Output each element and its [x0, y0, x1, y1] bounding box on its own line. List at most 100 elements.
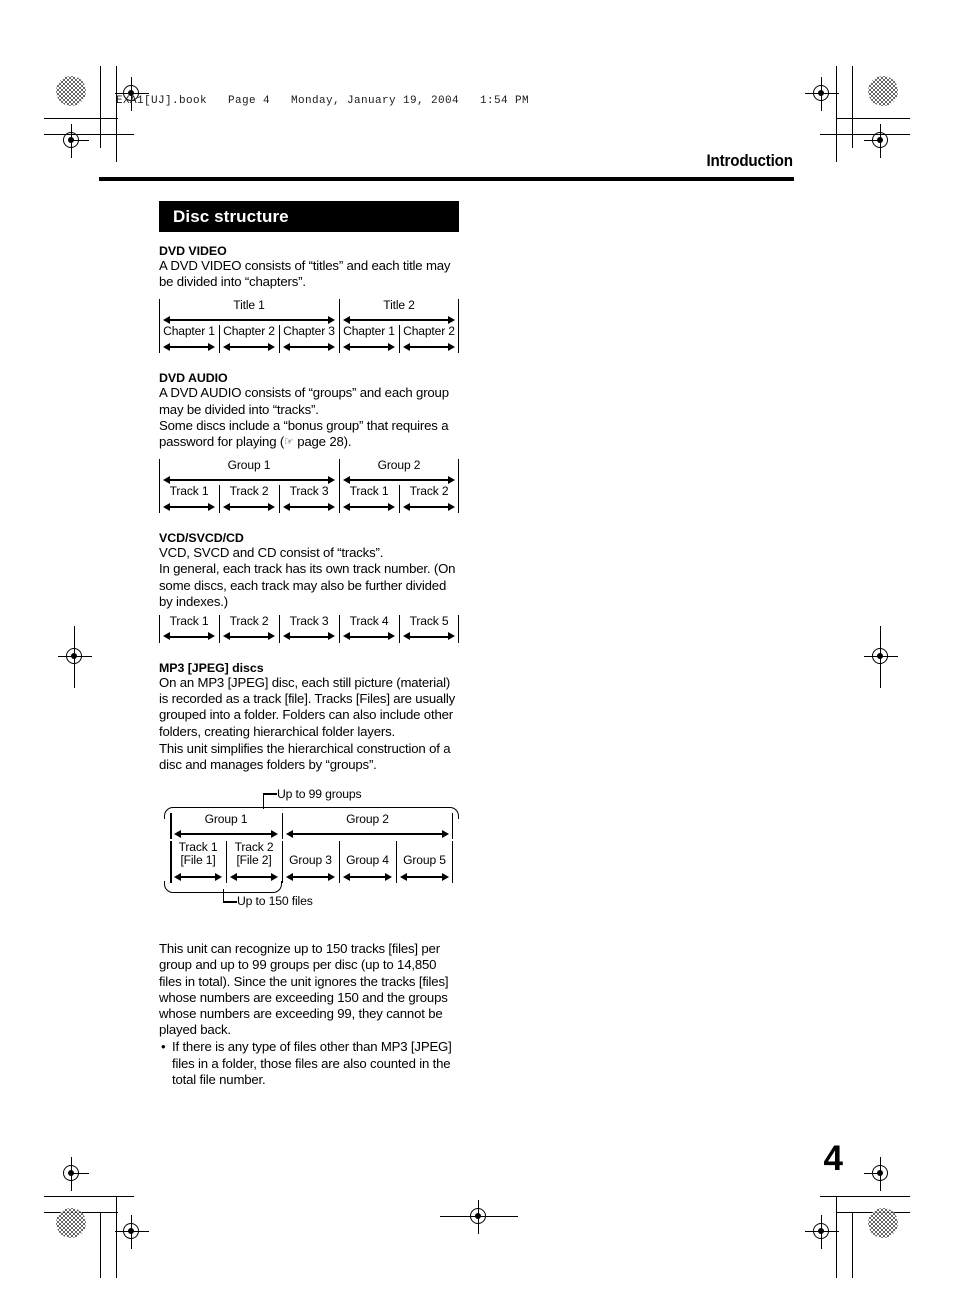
- diagram-cell-label: Group 2: [346, 812, 389, 827]
- heading-vcd-svcd-cd: VCD/SVCD/CD: [159, 531, 244, 546]
- diagram-cell: Group 1: [159, 458, 339, 486]
- registration-mark-right-upper: [864, 124, 898, 158]
- diagram-row-tracks: Track 1 Track 2 Track 3 Track 4 Track 5: [159, 614, 459, 644]
- header-rule: [99, 177, 794, 181]
- diagram-cell-label: Track 2 [File 2]: [234, 840, 274, 867]
- diagram-cell: Group 3: [282, 841, 339, 884]
- diagram-cell-label: Chapter 2: [223, 324, 275, 339]
- diagram-cell-label: Group 1: [227, 458, 271, 473]
- registration-mark-bottom-center: [440, 1200, 518, 1234]
- diagram-cell: Group 4: [339, 841, 396, 884]
- closing-bullet-list: • If there is any type of files other th…: [159, 1039, 459, 1088]
- diagram-vcd: Track 1 Track 2 Track 3 Track 4 Track 5: [159, 614, 459, 644]
- diagram-cell-label: Group 2: [377, 458, 421, 473]
- registration-mark-left-middle: [58, 626, 92, 688]
- diagram-cell-label: Chapter 3: [283, 324, 335, 339]
- diagram-cell: Track 4: [339, 615, 399, 644]
- diagram-row-tracks: Track 1 Track 2 Track 3 Track 1 Track 2: [159, 484, 459, 514]
- diagram-cell-label: Group 4: [346, 853, 389, 868]
- diagram-cell-label: Chapter 1: [163, 324, 215, 339]
- heading-dvd-audio: DVD AUDIO: [159, 371, 228, 386]
- diagram-cell-label: Track 3: [289, 484, 329, 499]
- diagram-cell-label: Track 2: [409, 484, 449, 499]
- diagram-row-groups: Group 1 Group 2: [159, 458, 459, 486]
- bullet-glyph: •: [161, 1039, 166, 1055]
- section-title-banner: Disc structure: [159, 201, 459, 232]
- print-slug-line: EXA1[UJ].book Page 4 Monday, January 19,…: [116, 95, 530, 107]
- list-item-text: If there is any type of files other than…: [172, 1039, 452, 1087]
- crop-mark-br-v2: [852, 1212, 854, 1278]
- halftone-dot-top-right: [868, 76, 898, 106]
- page-number: 4: [823, 1139, 843, 1178]
- diagram-cell-label: Track 3: [289, 614, 329, 629]
- heading-mp3-jpeg: MP3 [JPEG] discs: [159, 661, 264, 676]
- diagram-cell-label: Chapter 2: [403, 324, 455, 339]
- diagram-dvd-video: Title 1 Title 2 Chapter 1 Chapter 2 Chap…: [159, 298, 459, 354]
- registration-mark-left-upper: [55, 124, 89, 158]
- halftone-dot-bottom-right: [868, 1208, 898, 1238]
- diagram-cell: Title 1: [159, 298, 339, 326]
- paragraph-mp3-2: This unit simplifies the hierarchical co…: [159, 740, 451, 773]
- page-content: Disc structure DVD VIDEO A DVD VIDEO con…: [159, 201, 459, 1088]
- diagram-cell: Track 1: [159, 484, 219, 514]
- diagram-cell: Chapter 1: [159, 324, 219, 354]
- diagram-row-titles: Title 1 Title 2: [159, 298, 459, 326]
- diagram-row-chapters: Chapter 1 Chapter 2 Chapter 3 Chapter 1: [159, 324, 459, 354]
- diagram-row-groups: Group 1 Group 2: [170, 812, 453, 840]
- paragraph-mp3-1: On an MP3 [JPEG] disc, each still pictur…: [159, 675, 456, 739]
- diagram-cell-label: Track 1: [349, 484, 389, 499]
- annotation-up-to-99-groups: Up to 99 groups: [277, 787, 362, 802]
- running-head: Introduction: [706, 152, 794, 170]
- diagram-cell: Track 1: [339, 484, 399, 514]
- diagram-cell-label: Track 5: [409, 614, 449, 629]
- paragraph-dvd-video-1: A DVD VIDEO consists of “titles” and eac…: [159, 258, 451, 290]
- diagram-cell: Group 1: [170, 813, 282, 840]
- halftone-dot-bottom-left: [56, 1208, 86, 1238]
- annotation-up-to-150-files: Up to 150 files: [237, 894, 313, 909]
- diagram-cell: Track 2 [File 2]: [226, 840, 282, 884]
- hand-pointer-icon: ☞: [284, 436, 294, 449]
- leader-line-top-vertical: [263, 793, 265, 810]
- diagram-row-tracks-groups: Track 1 [File 1] Track 2 [File 2] Group …: [170, 840, 453, 884]
- registration-mark-top-right: [805, 77, 839, 111]
- diagram-cell-label: Track 1: [169, 484, 209, 499]
- list-item: • If there is any type of files other th…: [159, 1039, 459, 1088]
- diagram-cell: Track 1: [159, 615, 219, 644]
- diagram-cell: Track 5: [399, 614, 459, 644]
- crop-mark-bl-h1: [44, 1196, 134, 1198]
- diagram-cell: Title 2: [339, 298, 459, 326]
- diagram-cell-label: Group 3: [289, 853, 332, 868]
- leader-line-top-horizontal: [263, 793, 277, 795]
- diagram-cell: Track 3: [279, 484, 339, 514]
- crop-mark-tr-v1: [852, 66, 854, 148]
- registration-mark-right-middle: [864, 626, 898, 688]
- crop-mark-tl-h1: [44, 118, 118, 120]
- diagram-cell: Group 5: [396, 841, 453, 884]
- registration-mark-bottom-right: [805, 1215, 839, 1249]
- diagram-dvd-audio: Group 1 Group 2 Track 1 Track 2 Track 3 …: [159, 458, 459, 514]
- diagram-cell: Track 3: [279, 614, 339, 644]
- registration-mark-left-lower: [55, 1157, 89, 1191]
- diagram-mp3-jpeg: Up to 99 groups Up to 150 files Group 1 …: [159, 787, 459, 909]
- diagram-cell: Chapter 2: [399, 324, 459, 354]
- registration-mark-bottom-left: [115, 1215, 149, 1249]
- leader-line-bottom-horizontal: [223, 901, 237, 903]
- diagram-cell: Track 2: [399, 484, 459, 514]
- heading-dvd-video: DVD VIDEO: [159, 244, 227, 258]
- crop-mark-tl-v1: [100, 66, 102, 148]
- diagram-cell: Group 2: [339, 458, 459, 486]
- paragraph-closing: This unit can recognize up to 150 tracks…: [159, 941, 449, 1038]
- paragraph-dvd-audio-1: A DVD AUDIO consists of “groups” and eac…: [159, 385, 449, 417]
- diagram-cell: Chapter 2: [219, 324, 279, 354]
- diagram-cell-label: Group 5: [403, 853, 446, 868]
- diagram-cell-label: Track 2: [229, 484, 269, 499]
- diagram-cell-label: Track 1 [File 1]: [178, 840, 218, 867]
- paragraph-dvd-audio-2: Some discs include a “bonus group” that …: [159, 417, 449, 450]
- paragraph-vcd-2: In general, each track has its own track…: [159, 561, 456, 609]
- diagram-cell-label: Chapter 1: [343, 324, 395, 339]
- diagram-cell-label: Track 2: [229, 614, 269, 629]
- diagram-cell-label: Title 1: [233, 298, 265, 313]
- registration-mark-right-lower: [864, 1157, 898, 1191]
- diagram-cell-label: Title 2: [383, 298, 415, 313]
- halftone-dot-top-left: [56, 76, 86, 106]
